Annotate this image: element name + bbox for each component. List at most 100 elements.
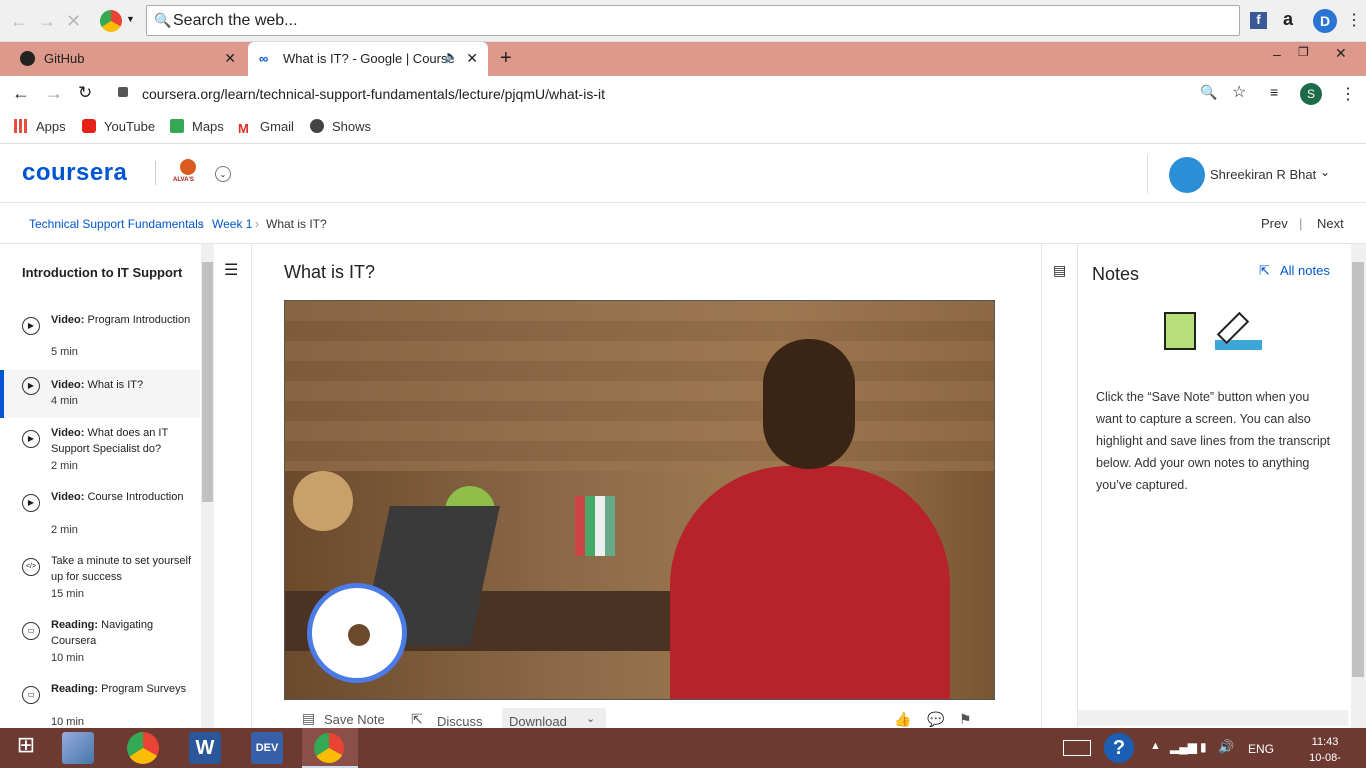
devcpp-icon[interactable]: DEV [251, 732, 283, 764]
sidebar-item[interactable]: ▭ Reading: Navigating Coursera 10 min [0, 617, 200, 679]
lecture-title: What is IT? [284, 262, 376, 282]
window-close-icon[interactable]: ✕ [1335, 45, 1347, 62]
explorer-icon[interactable] [62, 732, 94, 764]
back-arrow-icon[interactable]: ← [12, 83, 30, 104]
chevron-down-icon[interactable]: ⌄ [215, 166, 231, 182]
facebook-icon[interactable]: f [1250, 12, 1267, 29]
search-input[interactable]: 🔍 Search the web... [146, 5, 1240, 36]
language-indicator[interactable]: ENG [1248, 742, 1274, 756]
org-logo[interactable]: ALVA'S [173, 159, 201, 187]
tab-github[interactable]: GitHub ✕ [0, 42, 246, 76]
forward-arrow-icon[interactable]: → [45, 83, 63, 104]
discuss-button[interactable]: Discuss [437, 714, 483, 729]
notes-hscrollbar[interactable] [1078, 710, 1348, 726]
flag-icon[interactable]: ⚑ [959, 711, 972, 728]
volume-icon[interactable]: 🔊 [1218, 739, 1234, 755]
external-link-icon[interactable]: ⇱ [1259, 263, 1270, 279]
url-field[interactable]: coursera.org/learn/technical-support-fun… [142, 86, 605, 102]
sidebar-scrollbar-thumb[interactable] [202, 262, 213, 502]
word-icon[interactable]: W [189, 732, 221, 764]
save-note-button[interactable]: Save Note [324, 712, 385, 727]
amazon-icon[interactable]: a [1283, 9, 1293, 30]
menu-dots-icon[interactable]: ⋮ [1346, 10, 1362, 30]
all-notes-link[interactable]: All notes [1280, 263, 1330, 278]
windows-taskbar: ⊞ W DEV ? ▲ ▂▄▆ ▮ 🔊 ENG 11:43 10-08-2020 [0, 728, 1366, 780]
download-button[interactable]: Download ⌄ [502, 708, 606, 729]
close-icon[interactable]: ✕ [66, 11, 81, 32]
sidebar-item[interactable]: ▶ Video: Program Introduction 5 min [0, 312, 200, 374]
prev-link[interactable]: Prev [1261, 216, 1288, 231]
presenter-shirt [670, 466, 950, 699]
gmail-icon: M [238, 121, 249, 136]
user-avatar-icon[interactable] [1169, 157, 1205, 193]
star-icon[interactable]: ☆ [1232, 82, 1246, 102]
address-bar-row: ← → ↻ coursera.org/learn/technical-suppo… [0, 76, 1366, 112]
profile-avatar[interactable]: S [1300, 83, 1322, 105]
tab-close-icon[interactable]: ✕ [224, 50, 236, 67]
new-tab-plus-icon[interactable]: + [500, 47, 512, 70]
notes-rail: ▤ [1042, 244, 1078, 728]
bookmark-maps[interactable]: Maps [170, 119, 224, 134]
chrome-icon [314, 733, 344, 763]
youtube-icon [82, 119, 96, 133]
notes-icon[interactable]: ▤ [1053, 262, 1066, 279]
sidebar-item-selected[interactable]: ▶ Video: What is IT? 4 min [0, 370, 200, 418]
user-name[interactable]: Shreekiran R Bhat [1210, 167, 1316, 182]
note-icon[interactable]: ▤ [302, 710, 315, 727]
chevron-down-icon[interactable]: ⌄ [1320, 165, 1330, 179]
outline-list-icon[interactable]: ☰ [224, 260, 238, 280]
battery-icon[interactable]: ▮ [1200, 740, 1207, 754]
bookmark-youtube[interactable]: YouTube [82, 119, 155, 134]
chrome-active-taskbar[interactable] [302, 728, 358, 768]
network-icon[interactable]: ▂▄▆ [1170, 740, 1197, 754]
help-icon[interactable]: ? [1104, 733, 1134, 763]
chevron-down-icon: ⌄ [586, 713, 596, 725]
coursera-logo[interactable]: coursera [22, 159, 127, 187]
breadcrumb-course[interactable]: Technical Support Fundamentals [29, 217, 204, 231]
bookmark-apps[interactable]: Apps [14, 119, 66, 134]
globe-icon [310, 119, 324, 133]
minimize-icon[interactable]: – [1273, 46, 1281, 62]
play-button[interactable] [307, 583, 407, 683]
thumbs-up-icon[interactable]: 👍 [894, 711, 911, 728]
dl-extension-icon[interactable]: D [1313, 9, 1337, 33]
speaker-icon[interactable]: 🔈 [444, 50, 458, 63]
windows-start-icon[interactable]: ⊞ [10, 732, 42, 764]
chrome-taskbar-icon[interactable] [127, 732, 159, 764]
browser-toolbar: ← → ✕ ▼ 🔍 Search the web... f a D ⋮ [0, 0, 1366, 42]
discuss-icon[interactable]: ⇱ [411, 711, 423, 728]
lock-icon[interactable] [118, 87, 128, 97]
zoom-icon[interactable]: 🔍 [1200, 84, 1217, 101]
sidebar-item[interactable]: </> Take a minute to set yourself up for… [0, 553, 200, 615]
course-sidebar: Introduction to IT Support ▶ Video: Prog… [0, 244, 214, 728]
chevron-right-icon: › [200, 217, 204, 231]
sidebar-item[interactable]: ▶ Video: Course Introduction 2 min [0, 489, 200, 551]
clock[interactable]: 11:43 10-08-2020 [1300, 734, 1350, 782]
sidebar-item[interactable]: ▶ Video: What does an IT Support Special… [0, 425, 200, 487]
org-emblem-icon [180, 159, 196, 175]
apps-grid-icon [14, 119, 28, 133]
divider [1147, 155, 1148, 193]
forward-arrow-icon[interactable]: → [38, 11, 56, 32]
page-scrollbar-thumb[interactable] [1352, 262, 1364, 677]
bookmark-shows[interactable]: Shows [310, 119, 371, 134]
toc-rail: ☰ [214, 244, 252, 728]
back-arrow-icon[interactable]: ← [10, 11, 28, 32]
module-title: Introduction to IT Support [22, 265, 183, 280]
comment-icon[interactable]: 💬 [927, 711, 944, 728]
media-queue-icon[interactable]: ≡ [1270, 84, 1278, 100]
chevron-up-icon[interactable]: ▲ [1150, 740, 1161, 752]
reload-icon[interactable]: ↻ [78, 83, 92, 103]
restore-icon[interactable]: ❐ [1298, 45, 1309, 59]
breadcrumb-week[interactable]: Week 1 [212, 217, 252, 231]
chevron-down-icon[interactable]: ▼ [126, 14, 135, 24]
sidebar-item[interactable]: ▭ Reading: Program Surveys 10 min [0, 681, 200, 728]
next-link[interactable]: Next [1317, 216, 1344, 231]
chrome-icon[interactable] [100, 10, 122, 32]
tab-coursera[interactable]: ∞ What is IT? - Google | Course 🔈 ✕ [248, 42, 488, 76]
keyboard-icon[interactable] [1063, 740, 1091, 756]
menu-dots-icon[interactable]: ⋮ [1340, 84, 1356, 104]
tab-close-icon[interactable]: ✕ [466, 50, 478, 67]
bookmark-gmail[interactable]: M Gmail [238, 119, 294, 136]
video-player[interactable] [284, 300, 995, 700]
